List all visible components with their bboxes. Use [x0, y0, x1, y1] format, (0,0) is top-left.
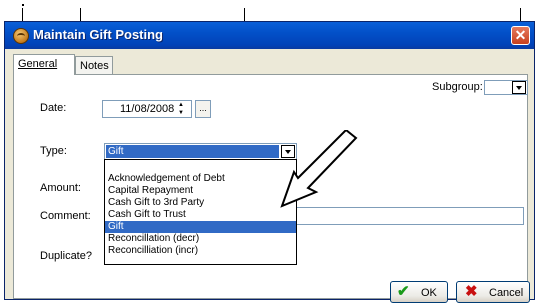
subgroup-dropdown[interactable] — [484, 80, 528, 95]
date-value: 11/08/2008 — [120, 103, 175, 115]
checkmark-icon: ✔ — [397, 283, 410, 300]
background-column-divider — [80, 8, 81, 22]
tab-notes[interactable]: Notes — [75, 56, 113, 74]
cross-icon: ✖ — [465, 283, 478, 300]
background-column-divider — [520, 8, 521, 22]
date-label: Date: — [40, 102, 67, 114]
close-icon: ✕ — [514, 27, 527, 43]
date-picker-button[interactable]: ... — [195, 100, 211, 118]
amount-label: Amount: — [40, 182, 81, 194]
cancel-button-label: Cancel — [489, 287, 524, 299]
type-option[interactable]: Reconcillation (decr) — [105, 233, 296, 245]
type-option[interactable]: Acknowledgement of Debt — [105, 173, 296, 185]
type-dropdown[interactable]: Gift — [104, 143, 297, 160]
spin-up-icon[interactable]: ▲ — [174, 101, 188, 109]
type-options-list[interactable]: Acknowledgement of Debt Capital Repaymen… — [104, 159, 297, 265]
background-column-divider — [22, 8, 23, 22]
tab-label: General — [18, 58, 58, 70]
spin-down-icon[interactable]: ▼ — [174, 109, 188, 117]
window-title: Maintain Gift Posting — [33, 27, 163, 42]
type-option[interactable]: Capital Repayment — [105, 185, 296, 197]
subgroup-label: Subgroup: — [432, 81, 483, 93]
annotation-arrow — [280, 130, 358, 208]
comment-label: Comment: — [40, 210, 91, 222]
duplicate-label: Duplicate? — [40, 250, 92, 262]
ok-button-label: OK — [421, 287, 437, 299]
background-column-divider — [244, 8, 245, 22]
title-bar[interactable]: Maintain Gift Posting ✕ — [5, 22, 534, 49]
tab-label: Notes — [80, 60, 109, 72]
type-option-selected[interactable]: Gift — [105, 221, 296, 233]
background-window-strip — [0, 0, 535, 22]
type-option[interactable]: Cash Gift to Trust — [105, 209, 296, 221]
type-selected-value: Gift — [106, 145, 279, 158]
type-option[interactable]: Reconcilliation (incr) — [105, 245, 296, 257]
app-icon — [13, 28, 29, 44]
type-option[interactable]: Cash Gift to 3rd Party — [105, 197, 296, 209]
chevron-down-icon[interactable] — [512, 81, 526, 94]
background-dot — [22, 4, 24, 6]
type-label: Type: — [40, 145, 67, 157]
type-option[interactable] — [105, 160, 296, 173]
close-button[interactable]: ✕ — [511, 26, 530, 45]
tab-general[interactable]: General — [13, 54, 75, 75]
date-spinner[interactable]: ▲ ▼ — [174, 101, 188, 117]
